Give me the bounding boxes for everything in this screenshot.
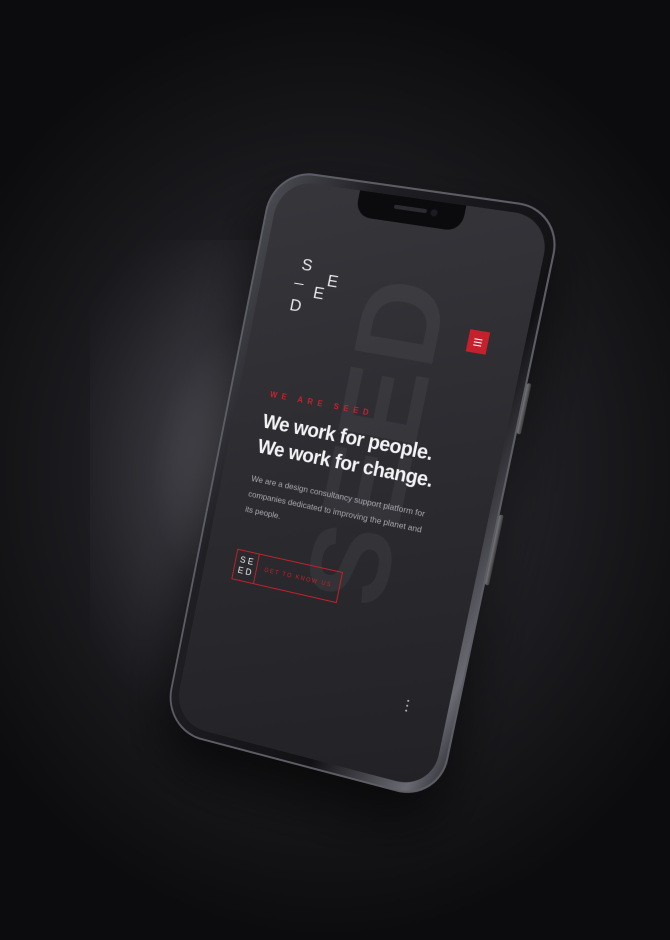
speaker-grille [393,204,428,214]
logo-letter-d: D [288,295,304,316]
logo-letter-s: S [300,254,315,276]
menu-button[interactable] [465,329,491,355]
scroll-indicator[interactable] [405,699,410,712]
logo-dash [294,282,304,286]
hamburger-icon [474,337,483,341]
front-camera-icon [429,208,439,217]
phone-screen: SEED S E E D WE ARE SEED We work for peo… [172,179,552,791]
logo-letter-e2: E [311,283,326,304]
phone-mockup: SEED S E E D WE ARE SEED We work for peo… [162,168,565,803]
logo-letter-e: E [325,271,340,292]
